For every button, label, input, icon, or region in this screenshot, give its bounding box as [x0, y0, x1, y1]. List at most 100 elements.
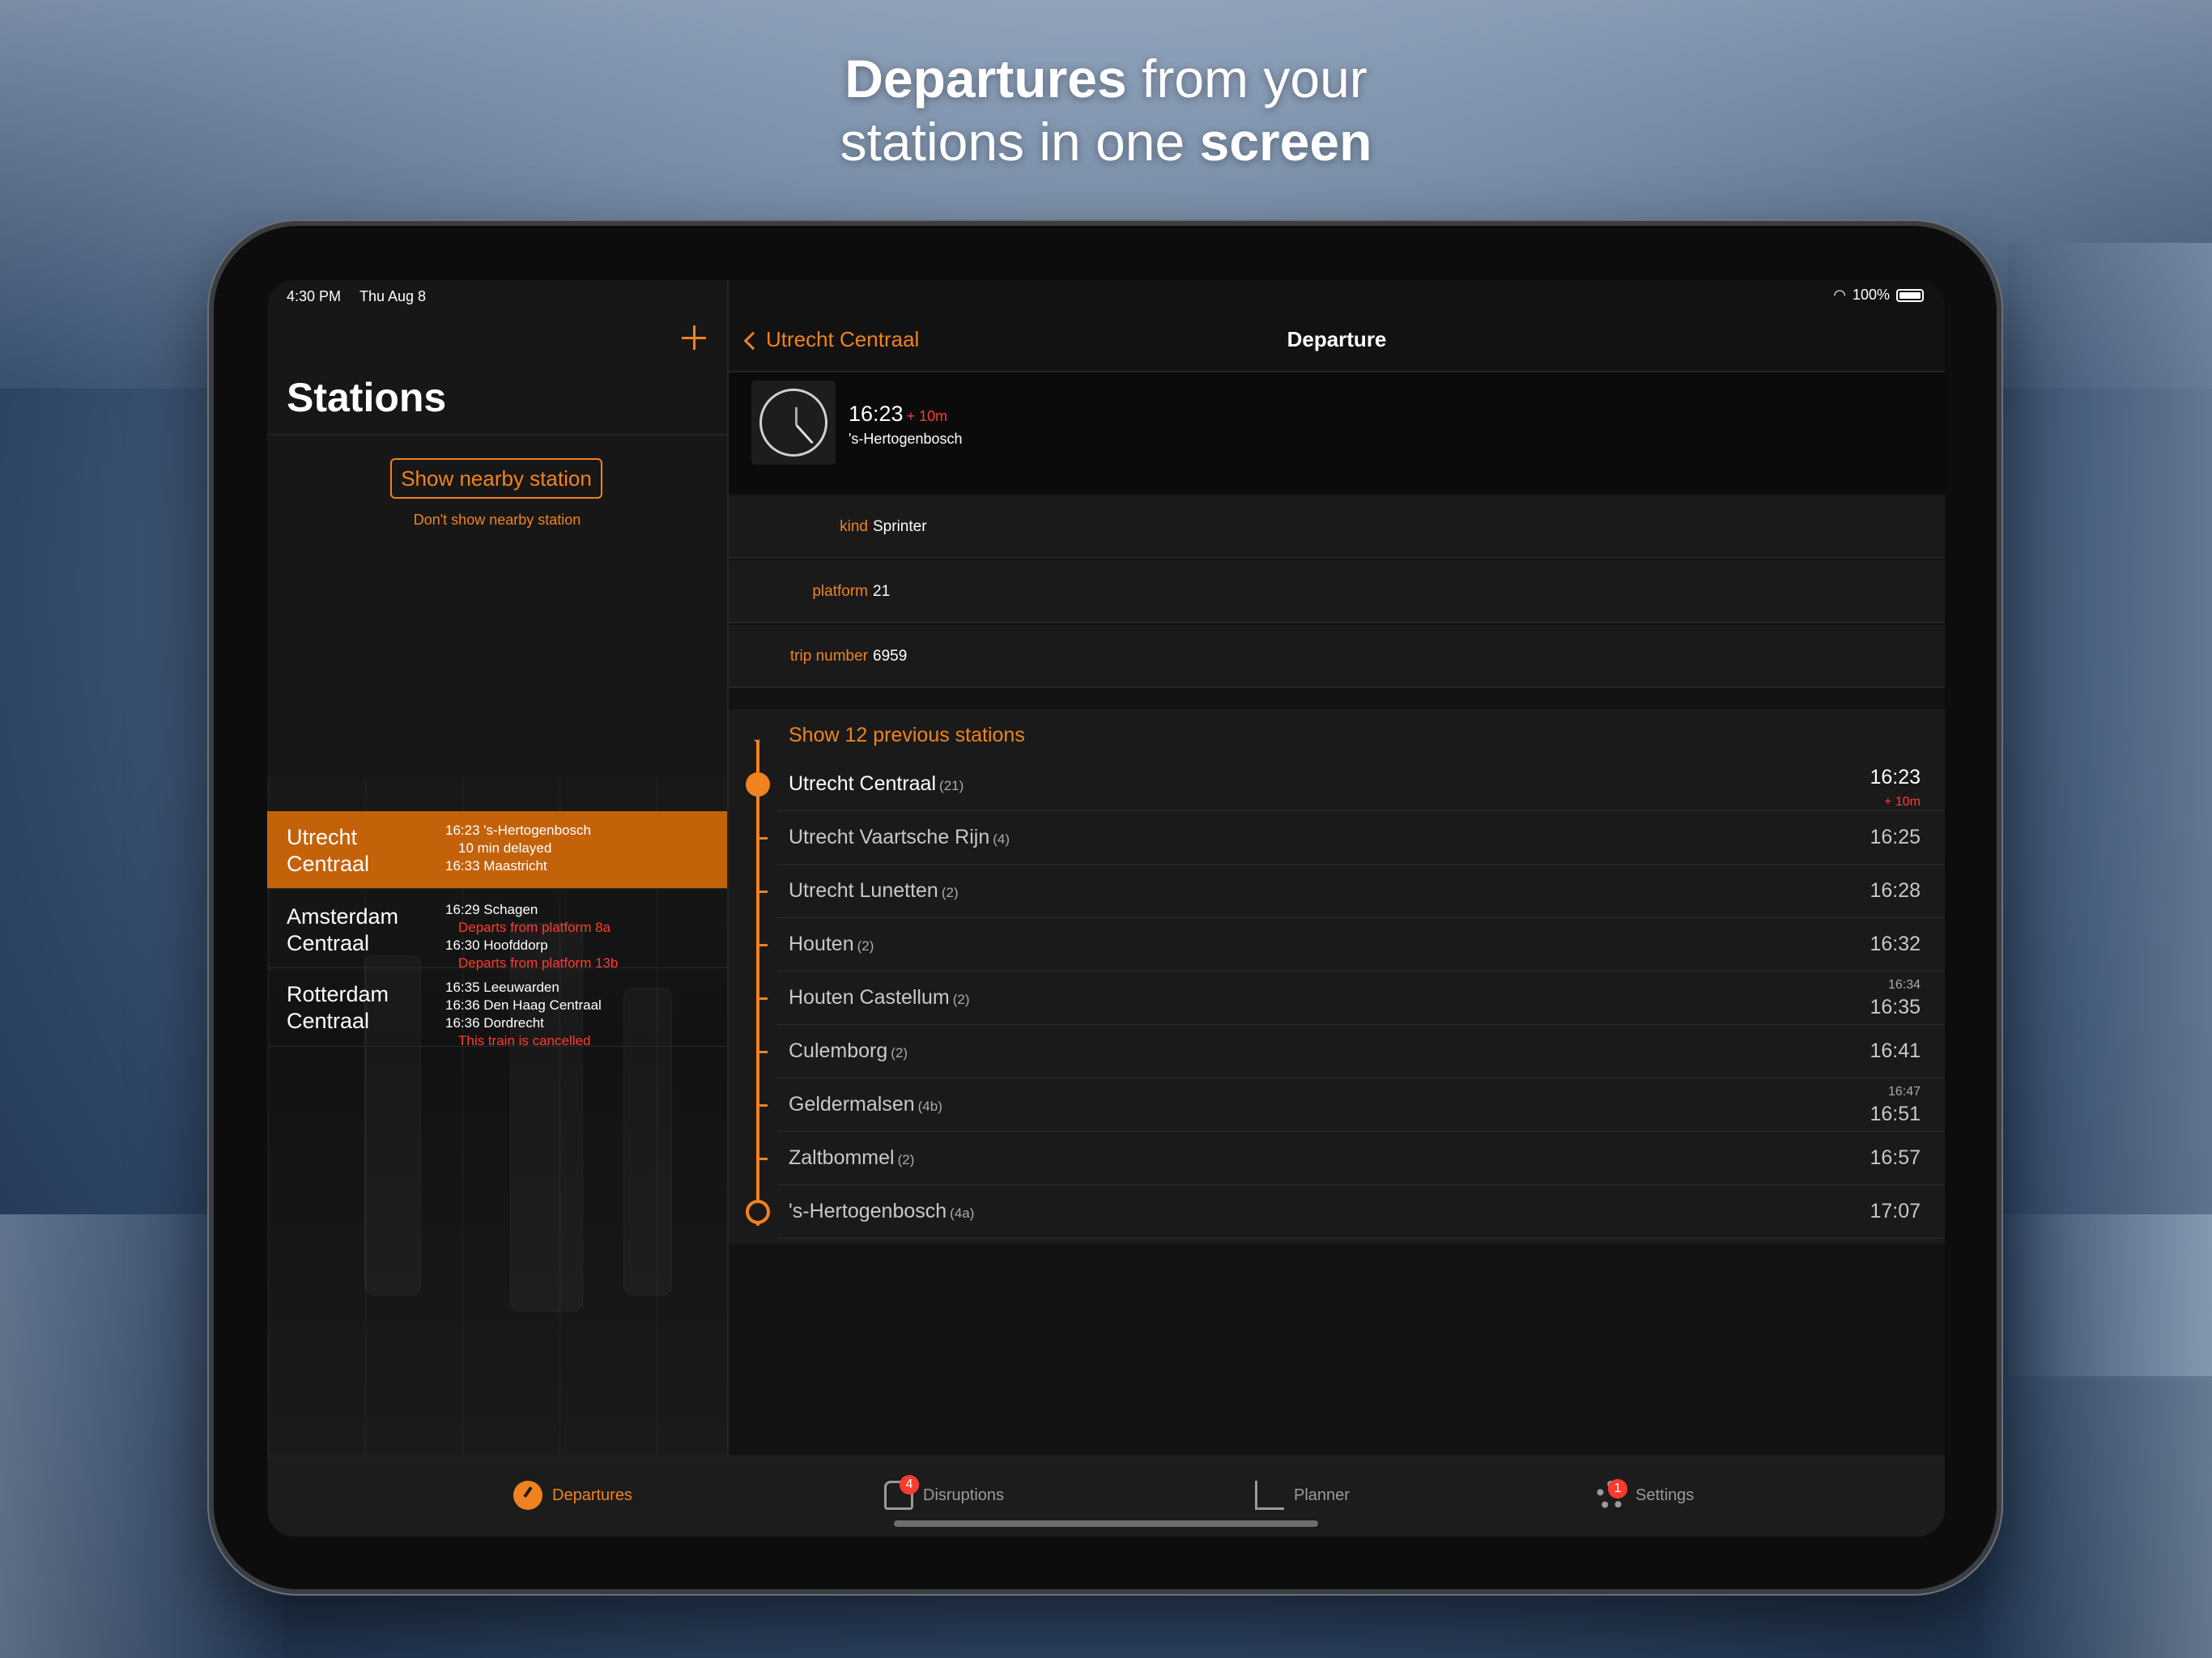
station-departures: 16:23 's-Hertogenbosch 10 min delayed 16:3… — [445, 822, 591, 875]
station-row[interactable]: Utrecht Centraal 16:23 's-Hertogenbosch 10… — [267, 811, 727, 890]
status-date: Thu Aug 8 — [359, 288, 427, 304]
notification-badge: 1 — [1608, 1479, 1627, 1499]
stop-platform: (4b) — [917, 1099, 942, 1114]
stop-tick — [756, 891, 768, 893]
stop-row[interactable]: Culemborg (2) 16:41 — [777, 1025, 1945, 1078]
stop-platform: (2) — [857, 938, 874, 954]
stop-platform: (21) — [939, 778, 964, 793]
battery-percent: 100% — [1852, 287, 1890, 303]
add-station-button[interactable] — [680, 324, 708, 351]
stop-name-text: Utrecht Centraal — [789, 772, 937, 795]
stop-row[interactable]: Geldermalsen (4b) 16:47 16:51 — [777, 1078, 1945, 1132]
tab-departures[interactable]: Departures — [513, 1481, 632, 1510]
stop-row[interactable]: 's-Hertogenbosch (4a) 17:07 — [777, 1185, 1945, 1239]
scheduled-time: 16:47 — [1887, 1085, 1921, 1099]
stop-time: 16:32 — [1870, 933, 1921, 955]
status-bar: 4:30 PM Thu Aug 8 ◠ 100% — [267, 280, 1945, 312]
stop-name-text: Utrecht Vaartsche Rijn — [789, 826, 990, 848]
tab-label: Disruptions — [923, 1486, 1005, 1504]
station-name: Rotterdam Centraal — [287, 982, 389, 1034]
marketing-headline: Departures from your stations in one scr… — [840, 49, 1372, 172]
stop-tick — [756, 1051, 768, 1053]
stop-name-text: 's-Hertogenbosch — [789, 1200, 947, 1222]
departure-note: Departs from platform 8a — [458, 920, 611, 935]
stop-row[interactable]: Utrecht Lunetten (2) 16:28 — [777, 865, 1945, 918]
station-row[interactable]: Amsterdam Centraal 16:29 Schagen Departs f… — [267, 891, 727, 971]
departure-line: 16:30 Hoofddorp — [445, 937, 548, 953]
stop-row[interactable]: Houten (2) 16:32 — [777, 918, 1945, 971]
stop-time: 16:23 — [1870, 766, 1921, 789]
divider — [267, 434, 727, 436]
stop-row[interactable]: Zaltbommel (2) 16:57 — [777, 1132, 1945, 1185]
background-blur-right — [2008, 243, 2212, 1376]
stop-platform: (4a) — [950, 1205, 975, 1221]
show-nearby-station-button[interactable]: Show nearby station — [390, 458, 602, 499]
info-value: 21 — [873, 583, 891, 600]
info-value: 6959 — [873, 648, 908, 665]
departure-note: This train is cancelled — [458, 1033, 591, 1049]
stop-tick — [756, 1104, 768, 1107]
stop-platform: (2) — [897, 1152, 915, 1167]
departure-destination: 's-Hertogenbosch — [849, 431, 963, 447]
show-previous-stations-button[interactable]: Show 12 previous stations — [789, 724, 1025, 747]
departure-note: 10 min delayed — [458, 840, 552, 856]
departure-header: 16:23 + 10m 's-Hertogenbosch — [729, 372, 1945, 494]
departure-line: 16:23 's-Hertogenbosch — [445, 823, 591, 838]
stop-time: 16:35 — [1870, 996, 1921, 1018]
station-row[interactable]: Rotterdam Centraal 16:35 Leeuwarden 16:36 … — [267, 968, 727, 1048]
station-departures: 16:35 Leeuwarden 16:36 Den Haag Centraal 1… — [445, 979, 602, 1050]
stop-platform: (2) — [891, 1045, 908, 1061]
info-value: Sprinter — [873, 518, 927, 535]
page-title: Stations — [287, 375, 447, 420]
station-departures: 16:29 Schagen Departs from platform 8a 16:… — [445, 901, 618, 972]
clock-icon — [751, 380, 836, 465]
chevron-left-icon — [743, 331, 763, 350]
tab-label: Departures — [552, 1486, 632, 1504]
background-blur-bottom-right — [1984, 1214, 2212, 1658]
stop-row[interactable]: Utrecht Vaartsche Rijn (4) 16:25 — [777, 811, 1945, 865]
stop-row[interactable]: Utrecht Centraal (21) 16:23 + 10m — [777, 758, 1945, 811]
departures-icon — [513, 1481, 542, 1510]
info-row-trip-number: trip number 6959 — [729, 625, 1945, 688]
info-label: trip number — [789, 648, 868, 665]
departure-line: 16:33 Maastricht — [445, 858, 547, 874]
departure-detail-pane: Departure Utrecht Centraal 16:23 + 10m 's… — [729, 280, 1945, 1456]
stop-name: 's-Hertogenbosch (4a) — [789, 1200, 974, 1223]
stop-time: 16:28 — [1870, 879, 1921, 902]
scheduled-time: 16:34 — [1887, 978, 1921, 992]
stop-time: 17:07 — [1870, 1200, 1921, 1222]
back-button-label: Utrecht Centraal — [766, 327, 920, 351]
stop-time: 16:25 — [1870, 826, 1921, 848]
tab-settings[interactable]: 1 Settings — [1597, 1479, 1695, 1510]
wifi-icon: ◠ — [1833, 287, 1846, 303]
stop-name-text: Culemborg — [789, 1039, 888, 1062]
delay-badge: + 10m — [1884, 795, 1921, 809]
stop-name: Utrecht Lunetten (2) — [789, 879, 959, 903]
notification-badge: 4 — [900, 1475, 919, 1494]
back-button[interactable]: Utrecht Centraal — [743, 327, 920, 352]
stop-tick — [756, 997, 768, 1000]
stop-tick — [756, 944, 768, 946]
status-time: 4:30 PM — [287, 288, 342, 304]
tab-label: Settings — [1636, 1486, 1695, 1504]
stop-name: Utrecht Centraal (21) — [789, 772, 963, 796]
stop-tick — [756, 837, 768, 840]
current-stop-marker — [746, 772, 770, 797]
home-indicator[interactable] — [894, 1520, 1318, 1527]
tab-disruptions[interactable]: 4 Disruptions — [884, 1475, 1005, 1510]
settings-icon: 1 — [1597, 1479, 1627, 1510]
stop-name: Utrecht Vaartsche Rijn (4) — [789, 826, 1010, 849]
tab-planner[interactable]: Planner — [1255, 1481, 1350, 1510]
stop-time: 16:41 — [1870, 1039, 1921, 1062]
stop-name: Houten (2) — [789, 933, 874, 956]
info-label: kind — [840, 518, 868, 535]
stop-platform: (2) — [952, 992, 970, 1007]
stop-name-text: Utrecht Lunetten — [789, 879, 938, 902]
stop-name-text: Houten — [789, 933, 854, 955]
stop-time: 16:57 — [1870, 1146, 1921, 1169]
stop-name: Geldermalsen (4b) — [789, 1093, 942, 1116]
stop-row[interactable]: Houten Castellum (2) 16:34 16:35 — [777, 971, 1945, 1025]
stations-pane: Stations Show nearby station Don't show … — [267, 280, 727, 1456]
dont-show-nearby-link[interactable]: Don't show nearby station — [267, 512, 727, 529]
info-row-kind: kind Sprinter — [729, 495, 1945, 559]
